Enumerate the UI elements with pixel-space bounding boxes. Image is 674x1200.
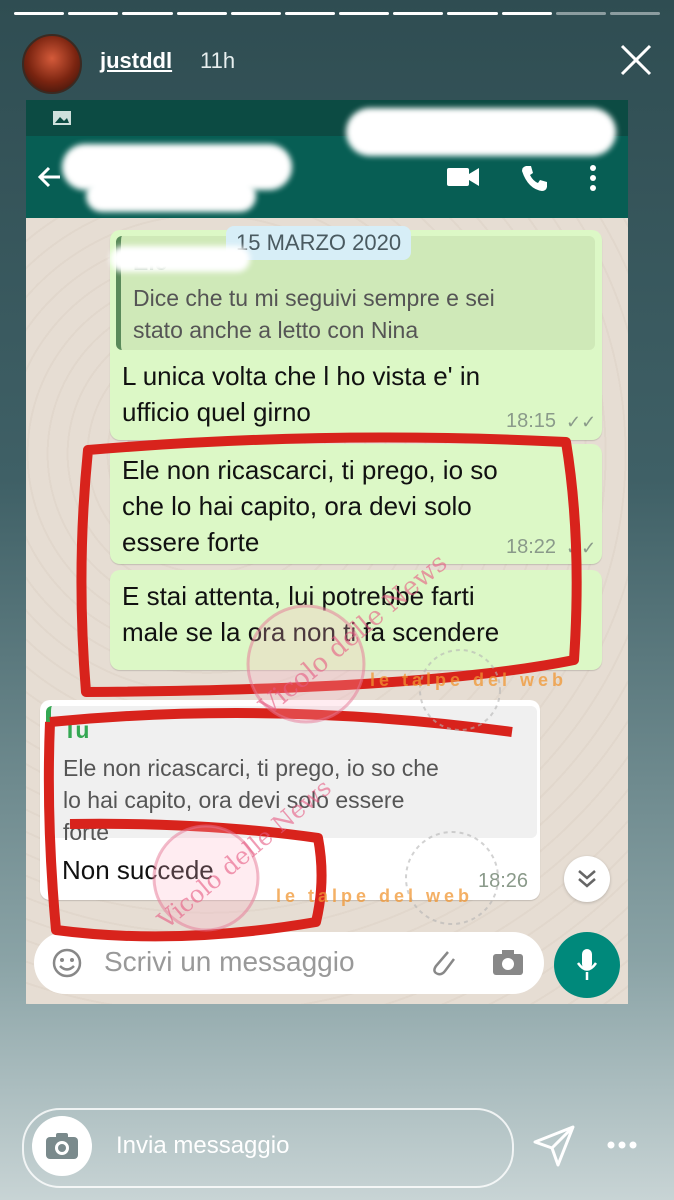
redaction — [346, 108, 616, 156]
more-options-icon[interactable] — [606, 1132, 638, 1158]
progress-segment — [230, 12, 281, 15]
progress-segment — [447, 12, 498, 15]
more-options-icon[interactable] — [588, 164, 598, 192]
progress-segment — [393, 12, 444, 15]
camera-icon — [46, 1133, 78, 1159]
message-input[interactable]: Scrivi un messaggio — [34, 932, 544, 994]
message-text: che lo hai capito, ora devi solo — [122, 491, 472, 521]
progress-segment — [68, 12, 119, 15]
avatar[interactable] — [22, 34, 82, 94]
quoted-sender: Tu — [63, 717, 90, 743]
close-icon[interactable] — [618, 42, 654, 78]
camera-icon[interactable] — [492, 948, 524, 976]
progress-segment — [176, 12, 227, 15]
read-check-icon: ✓✓ — [566, 538, 597, 558]
progress-segment — [122, 12, 173, 15]
send-icon[interactable] — [532, 1124, 576, 1168]
video-call-icon[interactable] — [446, 166, 480, 188]
progress-segment — [339, 12, 390, 15]
microphone-icon — [576, 949, 598, 980]
scroll-down-button[interactable] — [564, 856, 610, 902]
progress-segment — [501, 12, 552, 15]
message-time: 18:22 — [506, 536, 557, 558]
message-text: L unica volta che l ho vista e' in — [122, 361, 481, 391]
redaction — [110, 246, 250, 272]
reply-input[interactable]: Invia messaggio — [22, 1108, 514, 1188]
username[interactable]: justddl — [100, 48, 172, 74]
post-time: 11h — [200, 48, 236, 73]
watermark-sticker: le talpe del web — [370, 670, 568, 690]
image-icon — [53, 111, 71, 125]
watermark-sticker: le talpe del web — [276, 886, 474, 906]
chat-screenshot: Ele Dice che tu mi seguivi sempre e sei … — [26, 100, 628, 1004]
message-text: Ele non ricascarci, ti prego, io so — [122, 455, 498, 485]
message-text: essere forte — [122, 527, 260, 557]
camera-button[interactable] — [32, 1116, 92, 1176]
message-text: ufficio quel girno — [122, 397, 311, 427]
quoted-text: stato anche a letto con Nina — [133, 317, 419, 343]
progress-segment — [555, 12, 606, 15]
date-chip: 15 MARZO 2020 — [226, 226, 412, 260]
emoji-icon[interactable] — [52, 948, 82, 978]
quoted-text: Ele non ricascarci, ti prego, io so che — [63, 755, 439, 781]
chevron-down-icon — [578, 870, 596, 888]
message-time: 18:15 — [506, 410, 557, 432]
input-placeholder: Scrivi un messaggio — [104, 946, 355, 977]
progress-segment — [609, 12, 661, 15]
phone-icon[interactable] — [520, 164, 548, 192]
read-check-icon: ✓✓ — [566, 412, 597, 432]
message-time: 18:26 — [478, 870, 529, 892]
quoted-text: Dice che tu mi seguivi sempre e sei — [133, 285, 495, 311]
redaction — [86, 180, 256, 212]
quoted-text: forte — [63, 819, 110, 845]
message-bubble: Ele non ricascarci, ti prego, io so che … — [110, 444, 602, 564]
attach-icon[interactable] — [428, 946, 458, 978]
mic-button[interactable] — [554, 932, 620, 998]
progress-segment — [14, 12, 65, 15]
quoted-text: lo hai capito, ora devi solo essere — [63, 787, 405, 813]
progress-segment — [284, 12, 336, 15]
story-progress — [14, 12, 661, 15]
message-text: male se la ora non ti fa scendere — [122, 617, 500, 647]
reply-placeholder: Invia messaggio — [116, 1132, 290, 1159]
back-arrow-icon[interactable] — [36, 164, 62, 190]
